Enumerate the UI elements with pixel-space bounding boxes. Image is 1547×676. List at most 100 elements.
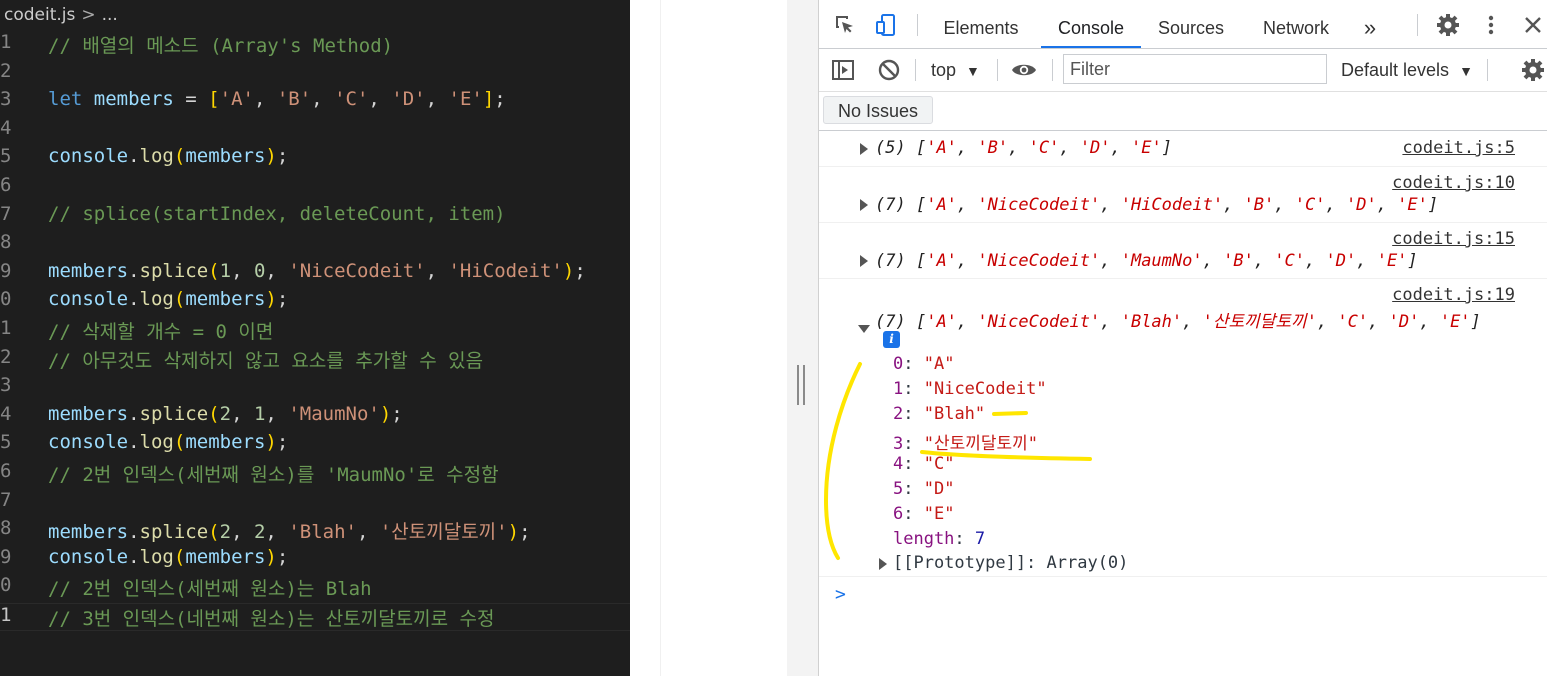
property-key: 2 [893,404,904,424]
clear-console-icon[interactable] [877,58,901,82]
device-toolbar-icon[interactable] [874,13,898,37]
code-token: 'A' [219,88,254,111]
settings-gear-icon[interactable] [1436,13,1460,37]
code-line[interactable]: 8 [0,231,630,259]
array-item: 'NiceCodeit' [977,312,1101,332]
close-icon[interactable] [1521,13,1545,37]
log-levels-select[interactable]: Default levels ▼ [1341,57,1473,83]
property-value: "D" [923,479,955,499]
code-line[interactable]: 4 members.splice(2, 1, 'MaumNo'); [0,403,630,431]
tab-elements[interactable]: Elements [933,0,1029,48]
breadcrumb-more[interactable]: ... [102,5,118,25]
tab-console[interactable]: Console [1041,0,1141,48]
code-token: ; [276,145,289,168]
tab-network[interactable]: Network [1251,0,1341,48]
console-settings-gear-icon[interactable] [1521,58,1545,82]
panel-splitter[interactable] [787,0,819,676]
property-key: 1 [893,379,904,399]
line-number: 4 [0,402,12,425]
live-expression-eye-icon[interactable] [1011,58,1036,82]
array-property-row[interactable]: 5: "D" [893,479,954,499]
code-line[interactable]: 6 [0,174,630,202]
code-line[interactable]: 2 [0,60,630,88]
array-preview[interactable]: (7) ['A', 'NiceCodeit', 'HiCodeit', 'B',… [875,195,1438,215]
more-tabs-icon[interactable]: » [1359,0,1381,48]
code-token: 2 [219,521,232,544]
array-property-row[interactable]: 3: "산토끼달토끼" [893,429,1038,454]
info-icon[interactable]: i [883,331,900,348]
array-property-row[interactable]: 0: "A" [893,354,954,374]
line-number: 8 [0,517,12,540]
more-options-icon[interactable] [1479,13,1503,37]
array-item: 'A' [926,138,957,158]
source-link[interactable]: codeit.js:10 [1392,173,1515,193]
code-token: ; [276,545,289,568]
prototype-row[interactable]: [[Prototype]]: Array(0) [893,553,1128,573]
source-link[interactable]: codeit.js:15 [1392,229,1515,249]
code-line[interactable]: 3 [0,374,630,402]
array-property-row[interactable]: 1: "NiceCodeit" [893,379,1047,399]
sidebar-toggle-icon[interactable] [831,58,855,82]
code-editor[interactable]: codeit.js >... 1 // 배열의 메소드 (Array's Metho… [0,0,630,676]
array-property-row[interactable]: 4: "C" [893,454,954,474]
source-link[interactable]: codeit.js:19 [1392,285,1515,305]
code-token: . [128,288,140,311]
code-line[interactable]: 0 console.log(members); [0,288,630,316]
array-count: (7) [875,251,916,271]
code-token: // 2번 인덱스(세번째 원소)는 Blah [48,578,372,601]
code-line[interactable]: 8 members.splice(2, 2, 'Blah', '산토끼달토끼'); [0,517,630,545]
devtools-tabbar: Elements Console Sources Network » [819,0,1547,49]
expand-arrow-icon[interactable] [860,255,868,267]
code-line[interactable]: 1 // 3번 인덱스(네번째 원소)는 산토끼달토끼로 수정 [0,603,630,631]
breadcrumb-file[interactable]: codeit.js [4,5,75,25]
code-line[interactable]: 1 // 삭제할 개수 = 0 이면 [0,317,630,345]
toolbar-divider [997,59,998,81]
array-property-row[interactable]: 6: "E" [893,504,954,524]
tab-sources[interactable]: Sources [1151,0,1231,48]
array-preview[interactable]: (7) ['A', 'NiceCodeit', 'Blah', '산토끼달토끼'… [875,307,1481,332]
expand-arrow-icon[interactable] [860,143,868,155]
code-line[interactable]: 2 // 아무것도 삭제하지 않고 요소를 추가할 수 있음 [0,346,630,374]
console-prompt-icon[interactable]: > [835,584,846,605]
array-property-row[interactable]: 2: "Blah" [893,404,985,424]
toolbar-divider [1417,14,1418,36]
code-line[interactable]: 9 members.splice(1, 0, 'NiceCodeit', 'HiC… [0,260,630,288]
drag-handle-icon[interactable] [797,365,805,405]
code-line[interactable]: 5 console.log(members); [0,431,630,459]
context-select[interactable]: top ▼ [931,57,980,83]
code-line[interactable]: 0 // 2번 인덱스(세번째 원소)는 Blah [0,574,630,602]
code-line[interactable]: 9 console.log(members); [0,546,630,574]
code-line[interactable]: 6 // 2번 인덱스(세번째 원소)를 'MaumNo'로 수정함 [0,460,630,488]
property-key: 3 [893,434,904,454]
line-number: 3 [0,88,12,111]
code-line[interactable]: 4 [0,117,630,145]
code-line[interactable]: 3 let members = ['A', 'B', 'C', 'D', 'E']… [0,88,630,116]
expand-arrow-icon[interactable] [860,199,868,211]
code-token: ) [265,431,277,454]
code-line[interactable]: 7 [0,489,630,517]
code-token: ) [265,145,277,168]
issues-button[interactable]: No Issues [823,96,934,124]
prototype-expand-arrow-icon[interactable] [879,558,887,570]
collapse-arrow-icon[interactable] [858,325,870,333]
code-token: console [48,545,129,568]
array-item: 'B' [1243,195,1275,215]
length-key: length [893,529,955,549]
filter-input[interactable] [1063,54,1327,84]
code-line[interactable]: 1 // 배열의 메소드 (Array's Method) [0,31,630,59]
code-token: . [128,521,140,544]
line-number: 0 [0,288,12,311]
code-token: members [93,88,174,111]
source-link[interactable]: codeit.js:5 [1402,138,1515,158]
array-preview[interactable]: (7) ['A', 'NiceCodeit', 'MaumNo', 'B', '… [875,251,1418,271]
breadcrumb: codeit.js >... [0,0,118,30]
code-line[interactable]: 5 console.log(members); [0,145,630,173]
array-preview[interactable]: (5) ['A', 'B', 'C', 'D', 'E'] [875,138,1172,158]
code-token: ) [265,288,277,311]
code-line[interactable]: 7 // splice(startIndex, deleteCount, item… [0,203,630,231]
console-output[interactable]: codeit.js:5 (5) ['A', 'B', 'C', 'D', 'E'… [819,131,1547,676]
inspect-element-icon[interactable] [833,13,857,37]
property-value: "E" [923,504,955,524]
line-number: 3 [0,374,12,397]
line-number: 5 [0,431,12,454]
